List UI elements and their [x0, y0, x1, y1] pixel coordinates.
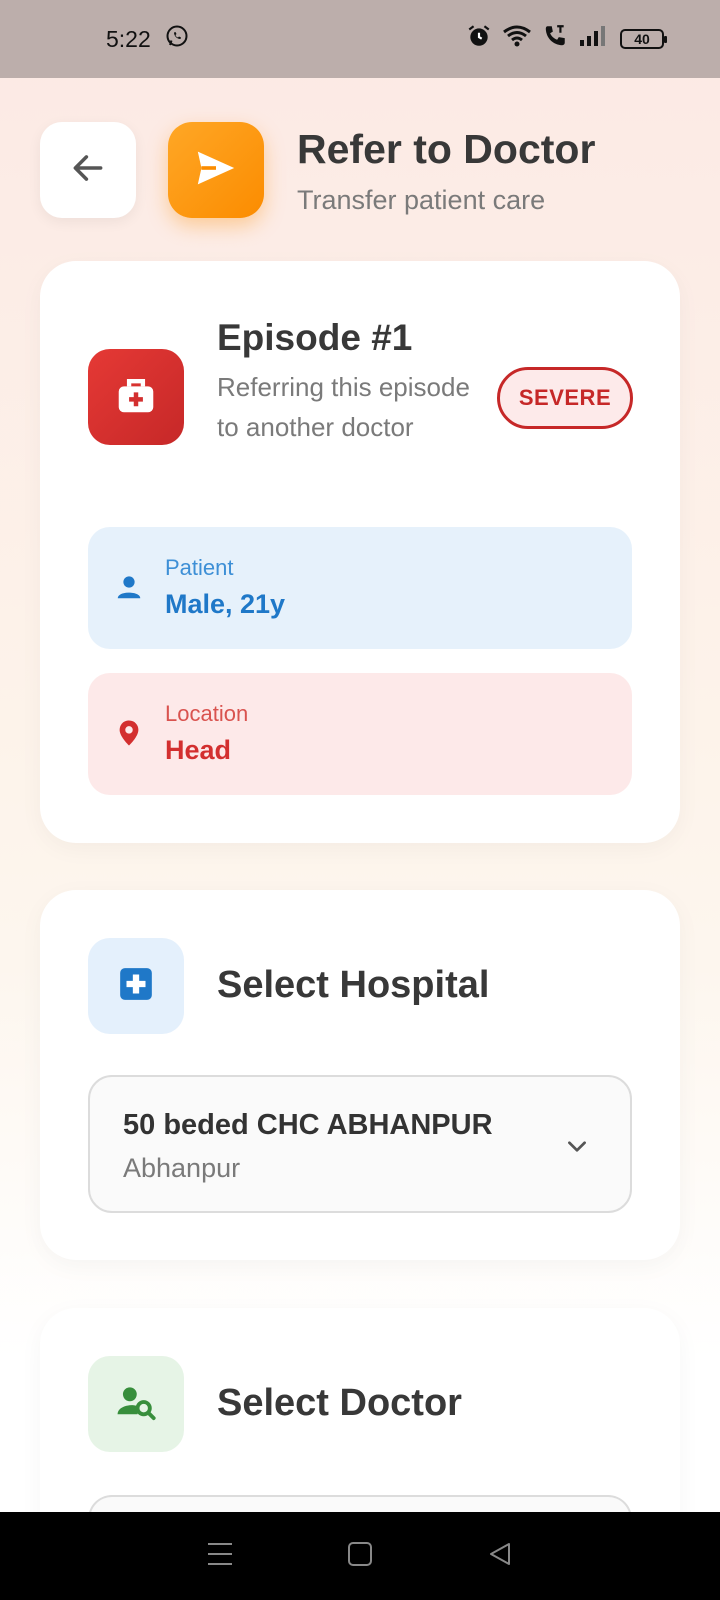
- hospital-card: Select Hospital 50 beded CHC ABHANPUR Ab…: [40, 890, 680, 1260]
- whatsapp-icon: [165, 24, 189, 54]
- send-icon: [194, 148, 238, 193]
- location-label: Location: [165, 701, 249, 726]
- wifi-icon: [502, 23, 532, 55]
- back-button[interactable]: [40, 122, 136, 218]
- hospital-dropdown[interactable]: 50 beded CHC ABHANPUR Abhanpur: [88, 1075, 632, 1213]
- location-info: Location Head: [88, 673, 632, 795]
- hospital-section-title: Select Hospital: [217, 964, 490, 1006]
- doctor-icon-tile: [88, 1356, 184, 1452]
- episode-icon-tile: [88, 349, 184, 445]
- menu-icon: [206, 1541, 234, 1572]
- hospital-icon-tile: [88, 938, 184, 1034]
- severity-badge: SEVERE: [497, 367, 633, 429]
- battery-icon: 40: [620, 29, 667, 49]
- chevron-down-icon: [564, 1133, 590, 1164]
- status-bar: 5:22 40: [0, 0, 720, 78]
- page-title: Refer to Doctor: [297, 126, 596, 172]
- patient-label: Patient: [165, 555, 234, 580]
- home-icon: [347, 1541, 373, 1572]
- status-time: 5:22: [106, 25, 151, 52]
- person-search-icon: [116, 1383, 156, 1426]
- signal-icon: [578, 24, 610, 54]
- doctor-section-title: Select Doctor: [217, 1382, 462, 1424]
- hospital-selected-name: 50 beded CHC ABHANPUR: [123, 1109, 493, 1141]
- location-value: Head: [165, 735, 232, 765]
- back-icon: [487, 1541, 513, 1572]
- patient-info: Patient Male, 21y: [88, 527, 632, 649]
- hospital-icon: [117, 965, 155, 1008]
- medical-kit-icon: [115, 376, 157, 419]
- header-send-icon-tile: [168, 122, 264, 218]
- arrow-left-icon: [69, 149, 107, 192]
- back-nav-button[interactable]: [470, 1526, 530, 1586]
- home-nav-button[interactable]: [330, 1526, 390, 1586]
- call-icon: [542, 23, 568, 55]
- hospital-selected-location: Abhanpur: [123, 1153, 241, 1183]
- page-subtitle: Transfer patient care: [297, 185, 546, 215]
- alarm-icon: [466, 23, 492, 55]
- person-icon: [114, 571, 144, 603]
- patient-value: Male, 21y: [165, 589, 286, 619]
- episode-title: Episode #1: [217, 317, 413, 358]
- location-pin-icon: [114, 717, 144, 749]
- system-nav-bar: [0, 1512, 720, 1600]
- menu-nav-button[interactable]: [190, 1526, 250, 1586]
- episode-card: Episode #1 Referring this episode to ano…: [40, 261, 680, 843]
- episode-description: Referring this episode to another doctor: [217, 372, 470, 442]
